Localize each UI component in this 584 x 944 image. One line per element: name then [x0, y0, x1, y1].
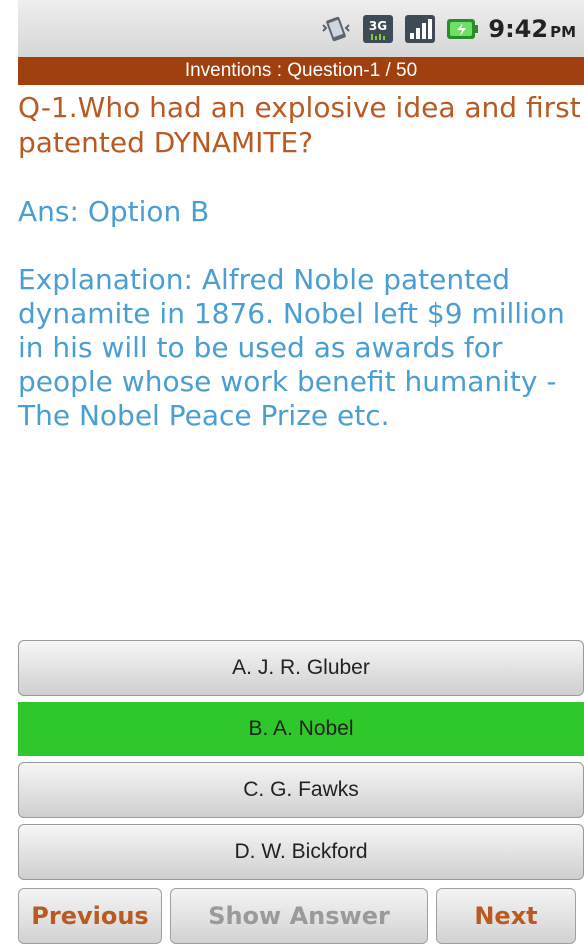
options-list: A. J. R. Gluber B. A. Nobel C. G. Fawks …	[18, 640, 584, 886]
question-text: Q-1.Who had an explosive idea and first …	[18, 91, 581, 159]
bottom-nav: Previous Show Answer Next	[18, 888, 584, 944]
option-d-button[interactable]: D. W. Bickford	[18, 824, 584, 880]
svg-text:3G: 3G	[369, 19, 387, 33]
question-content: Q-1.Who had an explosive idea and first …	[18, 90, 584, 433]
option-c-button[interactable]: C. G. Fawks	[18, 762, 584, 818]
option-b-button[interactable]: B. A. Nobel	[18, 702, 584, 756]
status-icons: 3G 9:42 PM	[320, 12, 576, 46]
next-button[interactable]: Next	[436, 888, 576, 944]
status-bar: 3G 9:42 PM	[18, 0, 584, 57]
show-answer-button[interactable]: Show Answer	[170, 888, 428, 944]
quiz-header: Inventions : Question-1 / 50	[18, 57, 584, 85]
status-time-value: 9:42	[488, 15, 549, 43]
previous-button[interactable]: Previous	[18, 888, 162, 944]
status-time-ampm: PM	[550, 23, 576, 41]
3g-icon: 3G	[362, 13, 394, 45]
battery-charging-icon	[446, 13, 479, 45]
vibrate-icon	[320, 13, 352, 45]
signal-icon	[404, 13, 436, 45]
option-a-button[interactable]: A. J. R. Gluber	[18, 640, 584, 696]
answer-text: Ans: Option B	[18, 195, 210, 228]
explanation-text: Explanation: Alfred Noble patented dynam…	[18, 263, 565, 432]
status-time: 9:42 PM	[488, 15, 576, 43]
